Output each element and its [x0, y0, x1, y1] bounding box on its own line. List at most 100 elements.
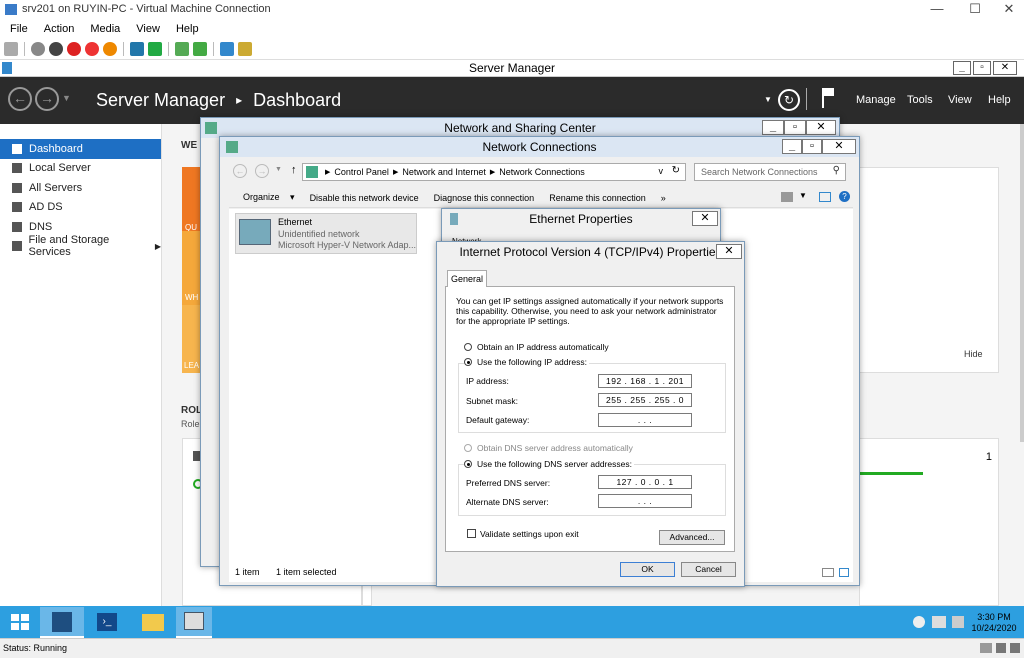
- subnet-mask-input[interactable]: 255 . 255 . 255 . 0: [598, 393, 692, 407]
- advanced-button[interactable]: Advanced...: [659, 530, 725, 545]
- history-dropdown-icon[interactable]: ▼: [62, 93, 71, 103]
- diagnose-button[interactable]: Diagnose this connection: [434, 193, 535, 203]
- radio-use-dns[interactable]: Use the following DNS server addresses:: [464, 459, 634, 469]
- sidebar-item-dashboard[interactable]: Dashboard: [0, 139, 161, 159]
- menu-view[interactable]: View: [948, 94, 972, 106]
- eth-close-button[interactable]: ✕: [692, 211, 718, 226]
- notifications-flag-icon[interactable]: [822, 88, 836, 108]
- disable-device-button[interactable]: Disable this network device: [310, 193, 419, 203]
- taskbar-server-manager-icon[interactable]: [40, 607, 84, 638]
- forward-arrow-icon[interactable]: →: [35, 87, 59, 111]
- shutdown-icon[interactable]: [67, 41, 81, 56]
- nsc-minimize-button[interactable]: _: [762, 120, 784, 135]
- ethernet-adapter-item[interactable]: Ethernet Unidentified network Microsoft …: [235, 213, 417, 254]
- resume-icon[interactable]: [148, 41, 162, 56]
- back-arrow-icon[interactable]: ←: [8, 87, 32, 111]
- view-dropdown-icon[interactable]: ▼: [799, 191, 807, 200]
- sidebar-item-all-servers[interactable]: All Servers: [0, 178, 161, 198]
- address-network-internet[interactable]: Network and Internet: [402, 167, 486, 177]
- checkpoint-icon[interactable]: [175, 41, 189, 56]
- menu-file[interactable]: File: [10, 20, 28, 38]
- address-refresh-icon[interactable]: ↻: [672, 165, 680, 176]
- sidebar-item-file-storage[interactable]: File and Storage Services ▶: [0, 234, 161, 258]
- menu-help[interactable]: Help: [988, 94, 1011, 106]
- menu-view[interactable]: View: [136, 20, 160, 38]
- quick-start-tile[interactable]: QU: [182, 167, 202, 232]
- pause-icon[interactable]: [130, 41, 144, 56]
- nsc-close-button[interactable]: ✕: [806, 120, 836, 135]
- cancel-button[interactable]: Cancel: [681, 562, 736, 577]
- sidebar-item-ad-ds[interactable]: AD DS: [0, 198, 161, 218]
- tray-network-icon[interactable]: [932, 616, 946, 628]
- start-icon[interactable]: [31, 41, 45, 56]
- whats-new-tile[interactable]: WH: [182, 231, 202, 305]
- radio-obtain-ip[interactable]: Obtain an IP address automatically: [464, 342, 609, 352]
- maximize-button[interactable]: ☐: [956, 0, 994, 20]
- sidebar-item-local-server[interactable]: Local Server: [0, 159, 161, 179]
- taskbar-powershell-icon[interactable]: ›_: [89, 608, 125, 636]
- nc-up-icon[interactable]: ↑: [291, 164, 297, 176]
- radio-use-ip[interactable]: Use the following IP address:: [464, 357, 589, 367]
- preferred-dns-label: Preferred DNS server:: [466, 478, 551, 488]
- nc-back-icon[interactable]: ←: [233, 164, 247, 178]
- more-commands-button[interactable]: »: [661, 193, 666, 203]
- minimize-button[interactable]: —: [918, 0, 956, 20]
- rename-button[interactable]: Rename this connection: [549, 193, 646, 203]
- nc-maximize-button[interactable]: ▫: [802, 139, 822, 154]
- power-icon[interactable]: [103, 41, 117, 56]
- address-dropdown-icon[interactable]: v: [659, 166, 664, 176]
- address-network-connections[interactable]: Network Connections: [499, 167, 585, 177]
- close-button[interactable]: ✕: [990, 0, 1024, 20]
- taskbar-file-explorer-icon[interactable]: [135, 608, 171, 636]
- tray-volume-icon[interactable]: [952, 616, 964, 628]
- menu-tools[interactable]: Tools: [907, 94, 933, 106]
- nc-recent-dropdown-icon[interactable]: ▼: [275, 166, 282, 173]
- menu-media[interactable]: Media: [90, 20, 120, 38]
- role-tile-right[interactable]: 1: [859, 438, 999, 606]
- menu-manage[interactable]: Manage: [856, 94, 896, 106]
- learn-more-tile[interactable]: LEA: [182, 305, 202, 373]
- help-icon[interactable]: ?: [839, 191, 850, 202]
- turn-off-icon[interactable]: [49, 41, 63, 56]
- nc-forward-icon[interactable]: →: [255, 164, 269, 178]
- nc-search-input[interactable]: Search Network Connections ⚲: [694, 163, 846, 181]
- taskbar-control-panel-icon[interactable]: [176, 607, 212, 638]
- sm-restore-button[interactable]: ▫: [973, 61, 991, 75]
- address-control-panel[interactable]: Control Panel: [334, 167, 389, 177]
- validate-checkbox[interactable]: Validate settings upon exit: [467, 529, 579, 539]
- alternate-dns-input[interactable]: . . .: [598, 494, 692, 508]
- tray-action-center-icon[interactable]: [913, 616, 925, 628]
- tiles-view-icon[interactable]: [839, 568, 849, 577]
- nc-close-button[interactable]: ✕: [822, 139, 856, 154]
- default-gateway-input[interactable]: . . .: [598, 413, 692, 427]
- ipv4-close-button[interactable]: ✕: [716, 244, 742, 259]
- vm-status-text: Status: Running: [3, 643, 68, 653]
- ip-address-input[interactable]: 192 . 168 . 1 . 201: [598, 374, 692, 388]
- details-view-icon[interactable]: [822, 568, 834, 577]
- revert-icon[interactable]: [193, 41, 207, 56]
- enhanced-session-icon[interactable]: [220, 41, 234, 56]
- sm-minimize-button[interactable]: _: [953, 61, 971, 75]
- menu-action[interactable]: Action: [44, 20, 75, 38]
- sm-close-button[interactable]: ✕: [993, 61, 1017, 75]
- nsc-maximize-button[interactable]: ▫: [784, 120, 806, 135]
- save-icon[interactable]: [85, 41, 99, 56]
- start-button[interactable]: [3, 608, 39, 636]
- hide-link[interactable]: Hide: [964, 349, 983, 359]
- change-view-icon[interactable]: [781, 192, 793, 202]
- menu-help[interactable]: Help: [176, 20, 199, 38]
- tab-general[interactable]: General: [447, 270, 487, 287]
- preferred-dns-input[interactable]: 127 . 0 . 0 . 1: [598, 475, 692, 489]
- nc-address-bar[interactable]: ▶ Control Panel ▶ Network and Internet ▶…: [302, 163, 686, 181]
- radio-obtain-dns[interactable]: Obtain DNS server address automatically: [464, 443, 633, 453]
- ctrl-alt-del-icon[interactable]: [4, 41, 18, 56]
- share-icon[interactable]: [238, 41, 252, 56]
- vertical-scrollbar[interactable]: [1020, 124, 1024, 442]
- ok-button[interactable]: OK: [620, 562, 675, 577]
- tray-clock[interactable]: 3:30 PM 10/24/2020: [968, 612, 1020, 634]
- preview-pane-icon[interactable]: [819, 192, 831, 202]
- refresh-dropdown-icon[interactable]: ▼: [764, 95, 772, 104]
- refresh-icon[interactable]: ↻: [778, 89, 800, 111]
- nc-minimize-button[interactable]: _: [782, 139, 802, 154]
- organize-button[interactable]: Organize ▾: [236, 192, 295, 203]
